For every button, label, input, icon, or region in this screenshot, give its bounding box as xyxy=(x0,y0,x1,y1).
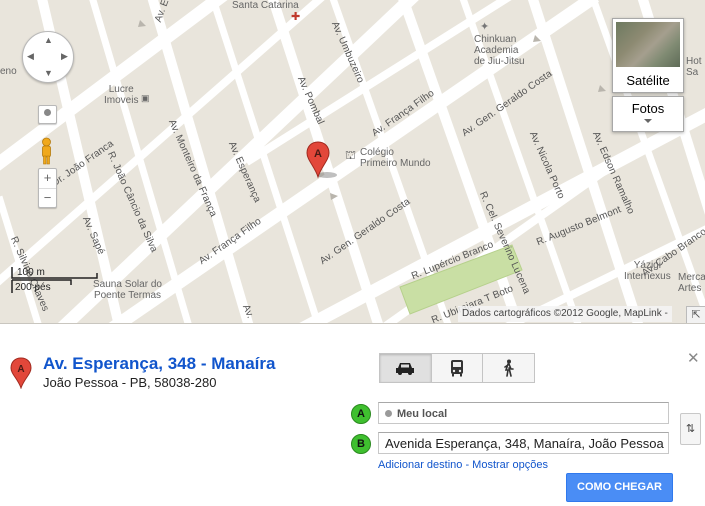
location-dot-icon xyxy=(44,109,51,117)
photos-label: Fotos xyxy=(631,101,665,116)
poi-label[interactable]: Chinkuan Academia de Jiu-Jitsu xyxy=(474,34,525,67)
my-location-button[interactable] xyxy=(38,105,57,124)
pan-up-icon[interactable]: ▲ xyxy=(44,36,53,45)
destination-badge: B xyxy=(351,434,371,454)
office-icon: ▣ xyxy=(141,93,150,103)
bus-icon xyxy=(451,360,463,377)
poi-label[interactable]: Yázigi Internexus xyxy=(624,260,671,282)
zoom-out-button[interactable]: − xyxy=(39,188,56,207)
destination-input[interactable]: Avenida Esperança, 348, Manaíra, João Pe… xyxy=(378,432,669,454)
photos-button[interactable]: Fotos xyxy=(612,96,684,132)
expand-corner-icon[interactable]: ⇱ xyxy=(686,306,705,323)
mode-walk-button[interactable] xyxy=(482,353,536,383)
mode-car-button[interactable] xyxy=(379,353,432,383)
place-subtitle: João Pessoa - PB, 58038-280 xyxy=(43,375,217,390)
origin-badge: A xyxy=(351,404,371,424)
satellite-thumbnail xyxy=(616,22,680,67)
direction-links: Adicionar destino - Mostrar opções xyxy=(378,459,548,471)
dojo-icon: ✦ xyxy=(480,21,490,33)
walk-icon xyxy=(503,359,514,377)
marker-letter: A xyxy=(314,148,322,160)
swap-icon: ⇅ xyxy=(685,423,696,435)
zoom-in-button[interactable]: + xyxy=(39,169,56,188)
scale-imperial: 200 pés xyxy=(15,282,51,293)
place-title[interactable]: Av. Esperança, 348 - Manaíra xyxy=(43,354,275,374)
poi-label[interactable]: Santa Catarina xyxy=(232,0,299,11)
link-separator: - xyxy=(462,459,473,471)
poi-label[interactable]: eno xyxy=(0,66,17,77)
show-options-link[interactable]: Mostrar opções xyxy=(472,459,548,471)
map-scale: 100 m 200 pés xyxy=(11,265,101,295)
add-destination-link[interactable]: Adicionar destino xyxy=(378,459,462,471)
car-icon xyxy=(396,363,415,375)
satellite-button[interactable]: Satélite xyxy=(612,18,684,93)
marker-letter: A xyxy=(17,364,24,375)
origin-value: Meu local xyxy=(397,408,448,420)
poi-label[interactable]: Sauna Solar do Poente Termas xyxy=(93,279,162,301)
get-directions-button[interactable]: COMO CHEGAR xyxy=(566,473,673,502)
pan-right-icon[interactable]: ▶ xyxy=(61,52,68,61)
map-marker-a-icon[interactable]: A xyxy=(305,140,337,180)
origin-input[interactable]: Meu local xyxy=(378,402,669,424)
pegman-icon[interactable] xyxy=(38,137,55,165)
poi-label[interactable]: Colégio Primeiro Mundo xyxy=(360,147,431,169)
mode-transit-button[interactable] xyxy=(430,353,484,383)
poi-label[interactable]: Merca Artes xyxy=(678,272,705,294)
map-canvas[interactable]: Av. Esperança Av. Esperança Av. Pombal A… xyxy=(0,0,705,324)
poi-label[interactable]: Hot Sa xyxy=(686,56,702,78)
map-attribution: Dados cartográficos ©2012 Google, MapLin… xyxy=(458,306,672,322)
pan-control[interactable]: ▲ ▼ ◀ ▶ xyxy=(22,31,74,83)
satellite-label: Satélite xyxy=(626,73,670,88)
hospital-icon: ✚ xyxy=(291,11,301,23)
place-marker-a-icon: A xyxy=(10,357,32,389)
location-dot-icon xyxy=(385,409,392,417)
chevron-down-icon xyxy=(644,119,652,123)
swap-directions-button[interactable]: ⇅ xyxy=(680,413,701,445)
close-icon[interactable]: ✕ xyxy=(687,349,700,367)
travel-mode-selector[interactable] xyxy=(379,353,536,383)
school-icon: ⛫ xyxy=(345,148,357,162)
poi-label[interactable]: Lucre Imoveis xyxy=(104,84,138,106)
scale-metric: 100 m xyxy=(17,267,45,278)
zoom-control[interactable]: + − xyxy=(38,168,57,208)
pan-down-icon[interactable]: ▼ xyxy=(44,69,53,78)
pan-left-icon[interactable]: ◀ xyxy=(27,52,34,61)
